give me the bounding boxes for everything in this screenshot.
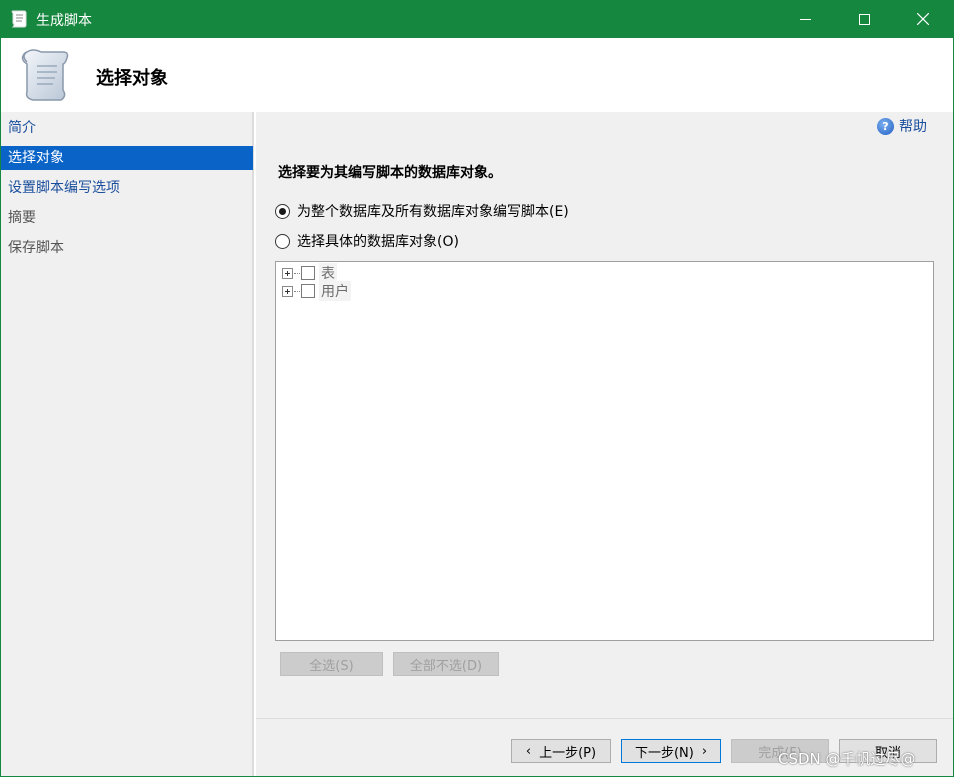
window-title: 生成脚本 xyxy=(36,13,92,29)
help-label: 帮助 xyxy=(899,119,927,135)
option-entire-database-label: 为整个数据库及所有数据库对象编写脚本(E) xyxy=(297,204,569,220)
chevron-left-icon: ‹ xyxy=(525,743,532,759)
sidebar-item-select-objects[interactable]: 选择对象 xyxy=(1,146,253,170)
tree-checkbox-users[interactable] xyxy=(301,284,315,298)
wizard-sidebar: 简介 选择对象 设置脚本编写选项 摘要 保存脚本 xyxy=(1,112,254,776)
title-bar: 生成脚本 xyxy=(0,0,954,38)
wizard-header: 选择对象 xyxy=(1,38,953,112)
tree-checkbox-tables[interactable] xyxy=(301,266,315,280)
tree-connector xyxy=(294,290,300,292)
main-panel: ? 帮助 选择要为其编写脚本的数据库对象。 为整个数据库及所有数据库对象编写脚本… xyxy=(256,112,953,718)
tree-label-tables: 表 xyxy=(319,263,337,283)
expand-icon[interactable] xyxy=(282,285,293,297)
option-specific-objects-label: 选择具体的数据库对象(O) xyxy=(297,234,459,250)
object-tree: 表 用户 xyxy=(275,261,934,641)
option-specific-objects[interactable]: 选择具体的数据库对象(O) xyxy=(275,231,459,251)
instruction-text: 选择要为其编写脚本的数据库对象。 xyxy=(278,165,502,181)
maximize-icon xyxy=(858,13,870,25)
tree-node-tables[interactable]: 表 xyxy=(282,263,337,283)
prev-button[interactable]: ‹ 上一步(P) xyxy=(511,739,611,763)
prev-button-label: 上一步(P) xyxy=(539,745,597,761)
option-entire-database[interactable]: 为整个数据库及所有数据库对象编写脚本(E) xyxy=(275,201,569,221)
close-button[interactable] xyxy=(894,0,952,38)
scroll-icon xyxy=(21,49,69,101)
next-button[interactable]: 下一步(N) › xyxy=(621,739,721,763)
expand-icon[interactable] xyxy=(282,267,293,279)
radio-specific-objects[interactable] xyxy=(275,233,290,249)
tree-label-users: 用户 xyxy=(319,281,351,301)
sidebar-item-intro[interactable]: 简介 xyxy=(1,116,253,140)
script-icon xyxy=(11,10,27,28)
minimize-button[interactable] xyxy=(776,0,834,38)
help-icon: ? xyxy=(877,117,894,135)
chevron-right-icon: › xyxy=(701,743,708,759)
watermark: CSDN @千帆过尽@ xyxy=(778,750,916,768)
help-link[interactable]: ? 帮助 xyxy=(877,116,927,136)
tree-node-users[interactable]: 用户 xyxy=(282,281,351,301)
minimize-icon xyxy=(799,18,811,20)
page-title: 选择对象 xyxy=(96,68,168,89)
radio-entire-database[interactable] xyxy=(275,203,290,219)
sidebar-item-summary: 摘要 xyxy=(8,210,36,226)
sidebar-item-save-script: 保存脚本 xyxy=(8,240,64,256)
select-all-button[interactable]: 全选(S) xyxy=(280,652,383,676)
maximize-button[interactable] xyxy=(835,0,893,38)
tree-connector xyxy=(294,272,300,274)
deselect-all-button[interactable]: 全部不选(D) xyxy=(393,652,499,676)
close-icon xyxy=(917,13,929,25)
sidebar-item-script-options[interactable]: 设置脚本编写选项 xyxy=(1,176,253,200)
next-button-label: 下一步(N) xyxy=(634,745,694,761)
